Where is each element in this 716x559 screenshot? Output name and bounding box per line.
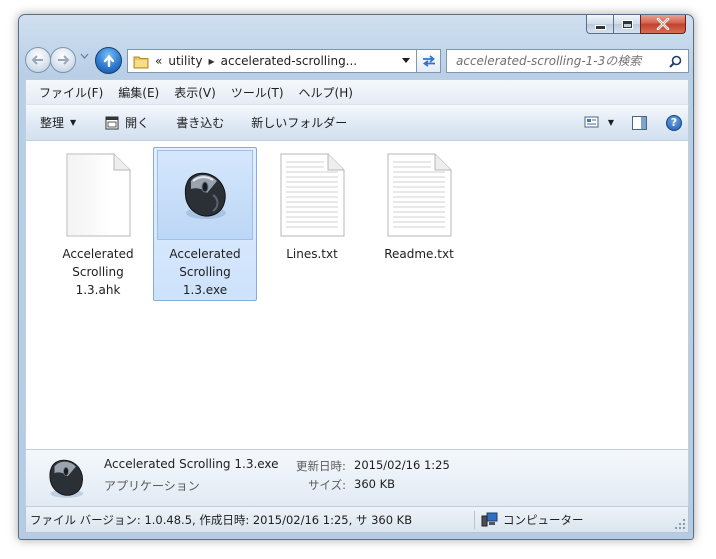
open-label: 開く bbox=[125, 116, 150, 130]
text-document-icon bbox=[371, 150, 467, 240]
details-size-label: サイズ: bbox=[308, 478, 347, 492]
command-bar: 整理 ▼ 開く 書き込む 新しいフォルダー ▼ ? bbox=[25, 104, 689, 141]
file-label: Readme.txt bbox=[384, 247, 454, 261]
folder-icon bbox=[133, 55, 149, 68]
recent-pages-chevron-icon[interactable] bbox=[80, 53, 89, 60]
details-size-value: 360 KB bbox=[354, 477, 396, 491]
blank-document-icon bbox=[50, 150, 146, 240]
back-button[interactable] bbox=[25, 47, 51, 73]
status-text: ファイル バージョン: 1.0.48.5, 作成日時: 2015/02/16 1… bbox=[30, 512, 413, 527]
menu-file[interactable]: ファイル(F) bbox=[39, 84, 103, 101]
organize-dropdown-icon: ▼ bbox=[70, 118, 77, 127]
burn-label: 書き込む bbox=[176, 116, 225, 130]
preview-pane-button[interactable] bbox=[632, 115, 647, 130]
menu-view[interactable]: 表示(V) bbox=[174, 84, 216, 101]
minimize-icon bbox=[594, 24, 606, 30]
menu-tools[interactable]: ツール(T) bbox=[231, 84, 284, 101]
mouse-app-icon bbox=[157, 150, 253, 240]
address-dropdown-icon[interactable] bbox=[402, 58, 410, 64]
explorer-window: « utility ▶ accelerated-scrolling... ファイ… bbox=[18, 14, 694, 540]
address-overflow-chevron[interactable]: « bbox=[155, 54, 162, 68]
close-icon bbox=[656, 18, 670, 30]
address-separator-icon[interactable]: ▶ bbox=[208, 57, 214, 66]
search-box[interactable] bbox=[446, 49, 689, 73]
text-document-icon bbox=[264, 150, 360, 240]
refresh-button[interactable] bbox=[417, 49, 441, 73]
search-icon[interactable] bbox=[669, 55, 682, 68]
details-file-type: アプリケーション bbox=[104, 479, 200, 493]
refresh-icon bbox=[422, 55, 435, 67]
address-bar[interactable]: « utility ▶ accelerated-scrolling... bbox=[127, 49, 417, 73]
file-label: Lines.txt bbox=[286, 247, 338, 261]
menu-edit[interactable]: 編集(E) bbox=[118, 84, 159, 101]
file-item-ahk[interactable]: Accelerated Scrolling 1.3.ahk bbox=[46, 147, 150, 301]
address-segment-utility[interactable]: utility bbox=[168, 54, 202, 68]
change-view-button[interactable]: ▼ bbox=[584, 116, 614, 129]
resize-grip-icon[interactable] bbox=[675, 519, 686, 530]
help-icon[interactable]: ? bbox=[666, 114, 682, 131]
new-folder-button[interactable]: 新しいフォルダー bbox=[251, 114, 347, 131]
forward-button[interactable] bbox=[50, 47, 76, 73]
forward-arrow-icon bbox=[58, 55, 70, 65]
status-bar: ファイル バージョン: 1.0.48.5, 作成日時: 2015/02/16 1… bbox=[25, 507, 689, 533]
open-app-icon bbox=[105, 116, 119, 129]
status-zone-label: コンピューター bbox=[503, 512, 584, 527]
view-dropdown-icon[interactable]: ▼ bbox=[608, 118, 614, 127]
details-modified-label: 更新日時: bbox=[296, 459, 346, 473]
file-list: Accelerated Scrolling 1.3.ahk Accelerate… bbox=[25, 141, 689, 449]
up-button[interactable] bbox=[95, 47, 122, 74]
minimize-button[interactable] bbox=[586, 15, 613, 34]
file-label: Accelerated Scrolling 1.3.exe bbox=[169, 247, 241, 297]
file-label: Accelerated Scrolling 1.3.ahk bbox=[62, 247, 134, 297]
address-segment-current[interactable]: accelerated-scrolling... bbox=[221, 54, 358, 68]
navigation-bar: « utility ▶ accelerated-scrolling... bbox=[25, 45, 689, 75]
command-bar-right: ▼ ? bbox=[584, 105, 688, 140]
close-button[interactable] bbox=[640, 15, 686, 34]
file-item-lines-txt[interactable]: Lines.txt bbox=[260, 147, 364, 301]
file-item-exe[interactable]: Accelerated Scrolling 1.3.exe bbox=[153, 147, 257, 301]
maximize-icon bbox=[622, 20, 632, 28]
back-arrow-icon bbox=[31, 55, 43, 65]
mouse-app-icon bbox=[42, 455, 90, 504]
open-button[interactable]: 開く bbox=[105, 114, 149, 131]
burn-button[interactable]: 書き込む bbox=[176, 114, 224, 131]
details-pane: Accelerated Scrolling 1.3.exe アプリケーション 更… bbox=[25, 449, 689, 507]
computer-icon bbox=[481, 512, 498, 527]
menu-help[interactable]: ヘルプ(H) bbox=[299, 84, 353, 101]
up-arrow-icon bbox=[103, 54, 114, 67]
details-modified-value: 2015/02/16 1:25 bbox=[354, 458, 450, 472]
search-input[interactable] bbox=[456, 54, 661, 68]
caption-buttons bbox=[586, 15, 686, 34]
menu-bar: ファイル(F) 編集(E) 表示(V) ツール(T) ヘルプ(H) bbox=[25, 79, 689, 104]
view-icon bbox=[584, 116, 599, 128]
file-item-readme-txt[interactable]: Readme.txt bbox=[367, 147, 471, 301]
organize-button[interactable]: 整理 ▼ bbox=[40, 114, 76, 131]
maximize-button[interactable] bbox=[613, 15, 640, 34]
details-file-name: Accelerated Scrolling 1.3.exe bbox=[104, 457, 279, 471]
status-zone: コンピューター bbox=[481, 512, 584, 528]
organize-label: 整理 bbox=[40, 116, 65, 130]
new-folder-label: 新しいフォルダー bbox=[251, 116, 348, 130]
status-divider bbox=[474, 510, 475, 529]
